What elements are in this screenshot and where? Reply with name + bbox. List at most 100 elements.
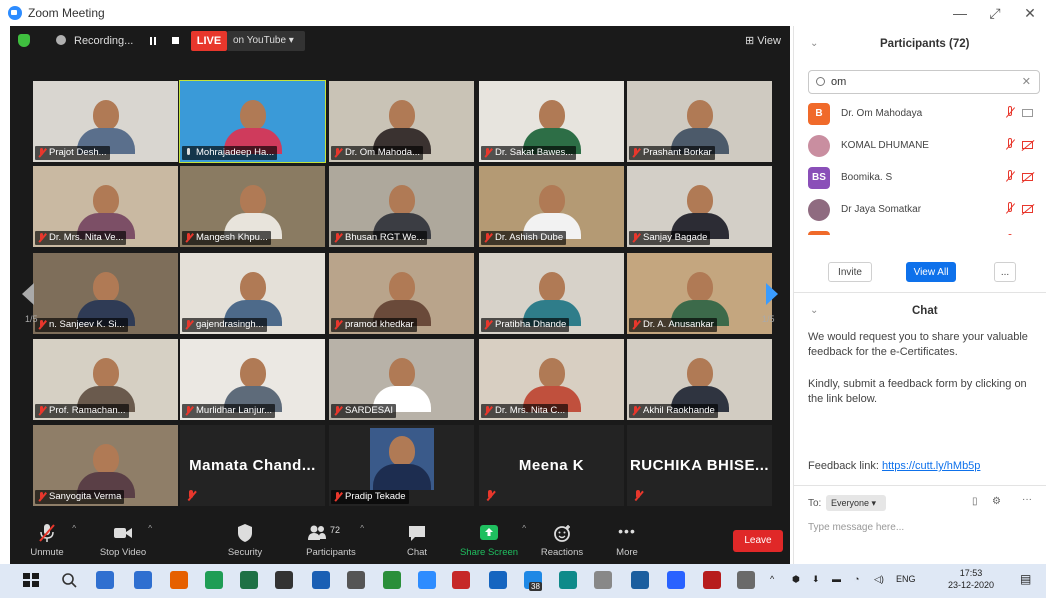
participant-tile[interactable]: gajendrasingh... xyxy=(180,253,325,334)
muted-mic-icon xyxy=(484,233,491,243)
tool-icon[interactable] xyxy=(347,571,365,589)
participant-tile[interactable]: Dr. Mrs. Nita Ve... xyxy=(33,166,178,247)
share-screen-button[interactable]: ^ Share Screen xyxy=(454,522,526,558)
pdf-icon[interactable] xyxy=(452,571,470,589)
participants-button[interactable]: 72 ^ Participants xyxy=(296,522,366,558)
notifications-icon[interactable]: ▤ xyxy=(1020,572,1031,586)
participant-row[interactable]: B Dr. Om Mahodaya xyxy=(805,99,1040,129)
participant-row[interactable]: PLPRASHANT TOMAR xyxy=(805,227,1040,235)
edit-icon[interactable] xyxy=(737,571,755,589)
participant-name: Dr. A. Anusankar xyxy=(643,319,714,330)
reactions-button[interactable]: Reactions xyxy=(527,522,597,558)
browser-icon[interactable] xyxy=(631,571,649,589)
search-icon[interactable] xyxy=(60,571,78,589)
tray-usb-icon[interactable]: ⬇ xyxy=(812,574,820,585)
participant-tile[interactable]: Prashant Borkar xyxy=(627,81,772,162)
participant-tile[interactable]: SARDESAI xyxy=(329,339,474,420)
next-page-arrow-icon[interactable] xyxy=(766,283,778,305)
participant-tile[interactable]: Akhil Raokhande xyxy=(627,339,772,420)
stop-video-button[interactable]: ^ Stop Video xyxy=(88,522,158,558)
participant-tile[interactable]: RUCHIKA BHISE... xyxy=(627,425,772,506)
participant-tile[interactable]: Bhusan RGT We... xyxy=(329,166,474,247)
reactions-label: Reactions xyxy=(540,547,584,558)
participant-name: Akhil Raokhande xyxy=(643,405,715,416)
photo-icon[interactable] xyxy=(383,571,401,589)
tray-language[interactable]: ENG xyxy=(896,574,916,584)
puzzle-icon[interactable] xyxy=(703,571,721,589)
participant-tile[interactable]: Murlidhar Lanjur... xyxy=(180,339,325,420)
chat-more-icon[interactable]: ··· xyxy=(1022,494,1032,505)
muted-mic-icon xyxy=(632,320,639,330)
file-attach-icon[interactable]: ▯ xyxy=(972,496,978,507)
previous-page-arrow-icon[interactable] xyxy=(22,283,34,305)
invite-button[interactable]: Invite xyxy=(828,262,872,282)
live-badge[interactable]: LIVE xyxy=(191,31,227,51)
youtube-stream-dropdown[interactable]: on YouTube ▾ xyxy=(227,31,305,51)
tray-volume-icon[interactable]: ◁) xyxy=(874,574,884,585)
participants-more-button[interactable]: ... xyxy=(994,262,1016,282)
minimize-button[interactable]: — xyxy=(945,3,975,23)
tray-battery-icon[interactable]: ▬ xyxy=(832,574,841,584)
participant-tile[interactable]: Dr. Sakat Bawes... xyxy=(479,81,624,162)
participant-tile[interactable]: Dr. A. Anusankar xyxy=(627,253,772,334)
participant-tile[interactable]: Dr. Om Mahoda... xyxy=(329,81,474,162)
file-explorer-icon[interactable] xyxy=(96,571,114,589)
mail-icon[interactable] xyxy=(134,571,152,589)
chat-button[interactable]: Chat xyxy=(382,522,452,558)
chat-collapse-chevron-icon[interactable]: ⌄ xyxy=(810,305,818,316)
taskbar-clock[interactable]: 17:53 23-12-2020 xyxy=(948,567,994,591)
participant-tile[interactable]: Dr. Mrs. Nita C... xyxy=(479,339,624,420)
stop-recording-icon[interactable] xyxy=(172,37,179,44)
shield-icon xyxy=(210,522,280,544)
participant-tile[interactable]: Pratibha Dhande xyxy=(479,253,624,334)
participant-tile[interactable]: Prof. Ramachan... xyxy=(33,339,178,420)
unmute-button[interactable]: ^ Unmute xyxy=(12,522,82,558)
zoom-taskbar-icon[interactable] xyxy=(418,571,436,589)
participant-tile[interactable]: Pradip Tekade xyxy=(329,425,474,506)
view-button[interactable]: ⊞ View xyxy=(745,34,781,47)
maximize-button[interactable]: ⤢ xyxy=(980,3,1010,23)
start-windows-icon[interactable] xyxy=(22,571,40,589)
globe-icon[interactable] xyxy=(312,571,330,589)
participant-tile[interactable]: Mohrajadeep Ha... xyxy=(179,80,326,163)
pause-recording-icon[interactable] xyxy=(150,37,152,45)
media-icon[interactable] xyxy=(275,571,293,589)
clear-search-icon[interactable]: ✕ xyxy=(1022,75,1031,88)
participant-tile[interactable]: Prajot Desh... xyxy=(33,81,178,162)
participant-tile[interactable]: Sanyogita Verma xyxy=(33,425,178,506)
tray-app-icon[interactable]: ⬢ xyxy=(792,574,800,585)
participant-tile[interactable]: Meena K xyxy=(479,425,624,506)
chrome-icon[interactable] xyxy=(205,571,223,589)
tray-overflow-chevron-icon[interactable]: ^ xyxy=(770,574,774,584)
participant-tile[interactable]: Mangesh Khpu... xyxy=(180,166,325,247)
edge-icon[interactable] xyxy=(559,571,577,589)
muted-mic-icon xyxy=(1005,170,1015,184)
spreadsheet-icon[interactable] xyxy=(240,571,258,589)
pause-recording-icon-bar[interactable] xyxy=(154,37,156,45)
chat-settings-icon[interactable]: ⚙ xyxy=(992,496,1001,507)
security-button[interactable]: Security xyxy=(210,522,280,558)
tray-network-icon[interactable]: ◔ xyxy=(854,574,859,584)
participant-tile[interactable]: Dr. Ashish Dube xyxy=(479,166,624,247)
close-button[interactable]: ✕ xyxy=(1015,3,1045,23)
participants-panel-title: Participants (72) xyxy=(880,38,970,50)
participant-tile[interactable]: pramod khedkar xyxy=(329,253,474,334)
participant-row[interactable]: BS Boomika. S xyxy=(805,163,1040,193)
chat-message-input[interactable]: Type message here... xyxy=(808,522,904,533)
image-viewer-icon[interactable] xyxy=(489,571,507,589)
firefox-icon[interactable] xyxy=(170,571,188,589)
chat-recipient-select[interactable]: Everyone ▾ xyxy=(826,495,886,511)
participant-row[interactable]: Dr Jaya Somatkar xyxy=(805,195,1040,225)
participants-collapse-chevron-icon[interactable]: ⌄ xyxy=(810,38,818,49)
settings-icon[interactable] xyxy=(594,571,612,589)
more-button[interactable]: ••• More xyxy=(592,522,662,558)
feedback-link[interactable]: https://cutt.ly/hMb5p xyxy=(882,460,980,472)
participant-tile[interactable]: n. Sanjeev K. Si... xyxy=(33,253,178,334)
view-all-button[interactable]: View All xyxy=(906,262,956,282)
pen-icon[interactable] xyxy=(667,571,685,589)
participants-search-input[interactable]: om ✕ xyxy=(808,70,1040,94)
participant-row[interactable]: KOMAL DHUMANE xyxy=(805,131,1040,161)
participant-tile[interactable]: Mamata Chand... xyxy=(180,425,325,506)
participant-tile[interactable]: Sanjay Bagade xyxy=(627,166,772,247)
leave-button[interactable]: Leave xyxy=(733,530,783,552)
